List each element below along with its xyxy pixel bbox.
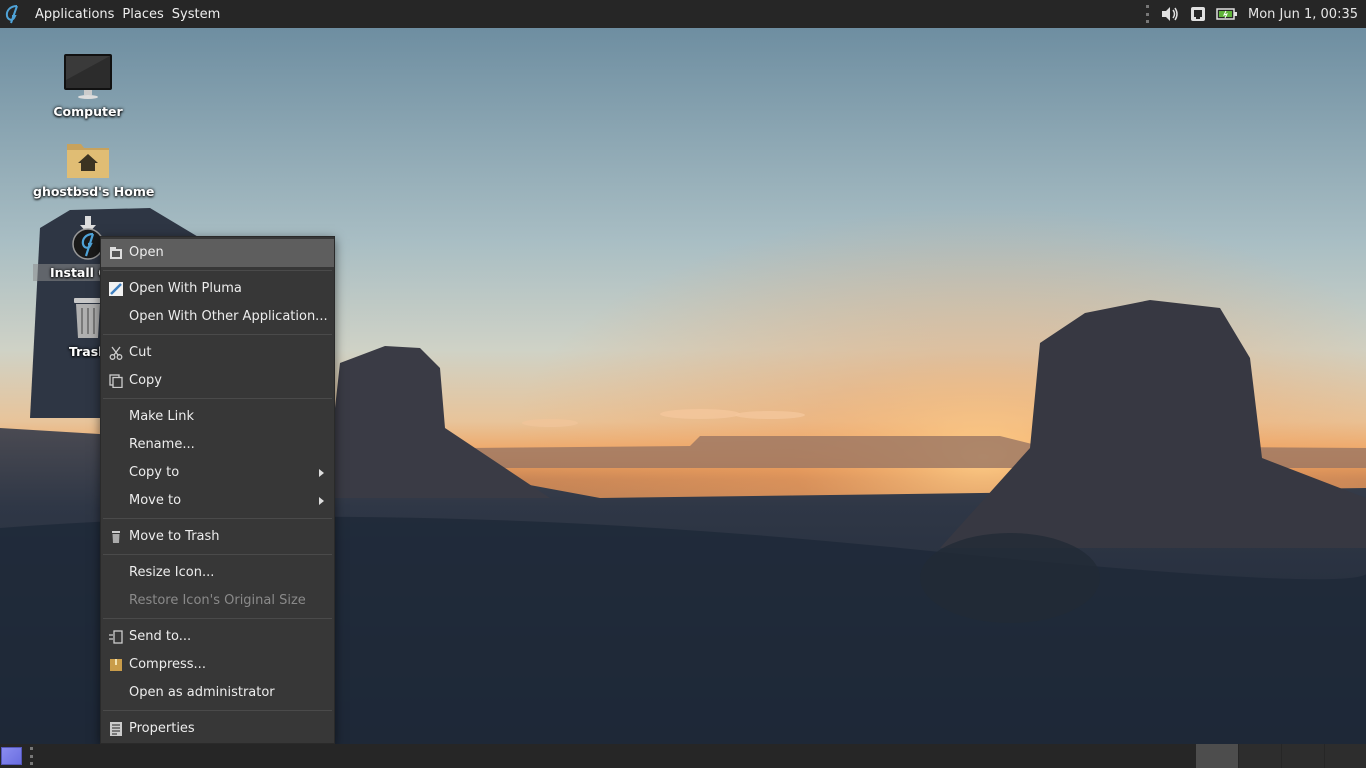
menu-item-label: Make Link: [129, 409, 194, 424]
menu-item-make-link[interactable]: Make Link: [101, 403, 334, 431]
menu-item-label: Copy: [129, 373, 162, 388]
properties-icon: [110, 722, 122, 736]
menu-item-move-to-trash[interactable]: Move to Trash: [101, 523, 334, 551]
menu-item-label: Resize Icon...: [129, 565, 215, 580]
menu-item-open-as-administrator[interactable]: Open as administrator: [101, 679, 334, 707]
system-menu[interactable]: System: [168, 7, 224, 22]
menu-separator: [103, 334, 332, 335]
menu-item-open[interactable]: Open: [101, 239, 334, 267]
menu-item-label: Cut: [129, 345, 152, 360]
copy-icon: [109, 374, 123, 388]
applications-menu[interactable]: Applications: [31, 7, 118, 22]
workspace-4[interactable]: [1325, 744, 1366, 768]
home-folder-icon: [67, 144, 109, 178]
menu-item-label: Open: [129, 245, 164, 260]
battery-icon[interactable]: [1216, 7, 1238, 21]
trash-icon: [112, 531, 120, 543]
workspace-2[interactable]: [1239, 744, 1281, 768]
network-icon[interactable]: [1190, 6, 1206, 22]
menu-item-compress[interactable]: Compress...: [101, 651, 334, 679]
menu-separator: [103, 398, 332, 399]
menu-item-properties[interactable]: Properties: [101, 715, 334, 743]
menu-item-rename[interactable]: Rename...: [101, 431, 334, 459]
open-icon: [110, 247, 122, 259]
menu-item-open-with-other[interactable]: Open With Other Application...: [101, 303, 334, 331]
volume-icon[interactable]: [1160, 6, 1180, 22]
bottom-panel: [0, 744, 1366, 768]
menu-item-label: Open With Pluma: [129, 281, 242, 296]
menu-separator: [103, 618, 332, 619]
ghostbsd-logo-icon[interactable]: [2, 3, 24, 25]
submenu-arrow-icon: [319, 497, 324, 505]
scissors-icon: [109, 346, 123, 360]
menu-item-label: Move to: [129, 493, 182, 508]
menu-separator: [103, 270, 332, 271]
computer-icon: [64, 54, 112, 99]
menu-item-restore-icon-size: Restore Icon's Original Size: [101, 587, 334, 615]
menu-item-label: Rename...: [129, 437, 195, 452]
menu-item-copy[interactable]: Copy: [101, 367, 334, 395]
workspace-3[interactable]: [1282, 744, 1324, 768]
menu-item-resize-icon[interactable]: Resize Icon...: [101, 559, 334, 587]
top-panel: Applications Places System Mon Jun 1, 00…: [0, 0, 1366, 28]
system-tray: Mon Jun 1, 00:35: [1136, 0, 1366, 28]
panel-handle[interactable]: [1146, 5, 1150, 23]
send-icon: [109, 630, 123, 644]
places-menu[interactable]: Places: [118, 7, 167, 22]
menu-separator: [103, 518, 332, 519]
menu-item-label: Open as administrator: [129, 685, 275, 700]
menu-item-copy-to[interactable]: Copy to: [101, 459, 334, 487]
menu-separator: [103, 710, 332, 711]
desktop-icon-label: ghostbsd's Home: [33, 184, 155, 199]
menu-item-label: Move to Trash: [129, 529, 220, 544]
menu-item-label: Open With Other Application...: [129, 309, 328, 324]
panel-handle[interactable]: [30, 747, 34, 765]
pluma-icon: [109, 282, 123, 296]
menu-item-label: Copy to: [129, 465, 180, 480]
menu-item-send-to[interactable]: Send to...: [101, 623, 334, 651]
menu-item-label: Compress...: [129, 657, 206, 672]
submenu-arrow-icon: [319, 469, 324, 477]
menu-item-cut[interactable]: Cut: [101, 339, 334, 367]
desktop-icon-home[interactable]: ghostbsd's Home: [33, 130, 155, 199]
menu-item-open-with-pluma[interactable]: Open With Pluma: [101, 275, 334, 303]
menu-item-move-to[interactable]: Move to: [101, 487, 334, 515]
clock[interactable]: Mon Jun 1, 00:35: [1248, 7, 1358, 22]
desktop-icon-label: Computer: [53, 104, 123, 119]
context-menu: Open Open With Pluma Open With Other App…: [100, 236, 335, 744]
menu-separator: [103, 554, 332, 555]
desktop-icon-computer[interactable]: Computer: [33, 50, 143, 119]
menu-item-label: Properties: [129, 721, 195, 736]
menu-item-label: Restore Icon's Original Size: [129, 593, 306, 608]
workspace-1[interactable]: [1196, 744, 1238, 768]
menu-item-label: Send to...: [129, 629, 192, 644]
show-desktop-button[interactable]: [1, 747, 22, 765]
archive-icon: [110, 659, 122, 671]
